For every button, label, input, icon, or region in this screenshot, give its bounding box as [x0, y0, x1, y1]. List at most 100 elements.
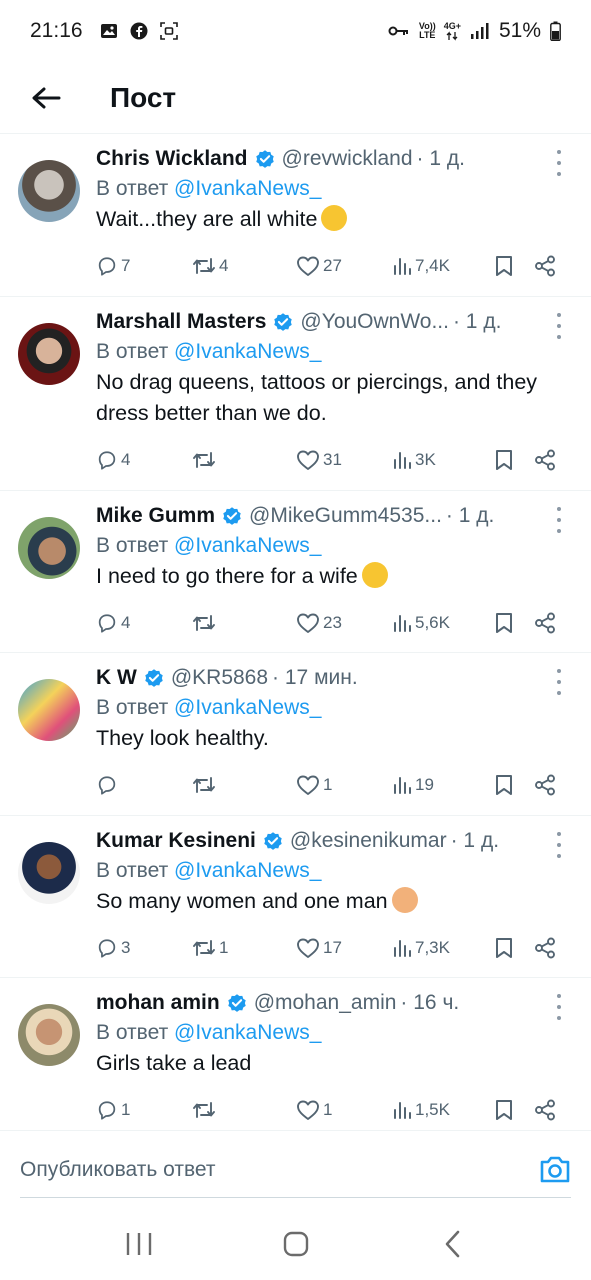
like-button[interactable]: 27 [296, 255, 392, 277]
reply-prefix: В ответ [96, 1021, 169, 1044]
views-button[interactable]: 5,6K [392, 613, 494, 633]
reply-button[interactable]: 1 [96, 1099, 192, 1121]
tweet-timestamp[interactable]: · 1 д. [446, 504, 494, 528]
author-name[interactable]: Kumar Kesineni [96, 829, 256, 853]
more-options-button[interactable] [549, 313, 569, 339]
avatar-marshall-masters[interactable] [18, 323, 80, 385]
like-button[interactable]: 23 [296, 612, 392, 634]
reply-button[interactable] [96, 774, 192, 796]
reply-target-link[interactable]: @IvankaNews_ [174, 1021, 321, 1044]
more-options-button[interactable] [549, 507, 569, 533]
reply-button[interactable]: 4 [96, 449, 192, 471]
tweet-timestamp[interactable]: · 17 мин. [272, 666, 358, 690]
share-button[interactable] [534, 1099, 564, 1121]
reply-feed[interactable]: Chris Wickland @revwickland · 1 д. В ответ … [0, 134, 591, 1131]
author-handle[interactable]: @revwickland [282, 147, 413, 171]
more-options-button[interactable] [549, 832, 569, 858]
view-count: 7,4K [415, 256, 450, 275]
avatar-kw[interactable] [18, 679, 80, 741]
reply-target-link[interactable]: @IvankaNews_ [174, 177, 321, 200]
back-button[interactable] [14, 68, 78, 128]
bookmark-button[interactable] [494, 1099, 534, 1121]
avatar-chris-wickland[interactable] [18, 160, 80, 222]
reply-context: В ответ @IvankaNews_ [96, 859, 571, 883]
like-button[interactable]: 1 [296, 774, 392, 796]
avatar-mohan-amin[interactable] [18, 1004, 80, 1066]
bookmark-button[interactable] [494, 449, 534, 471]
tweet-timestamp[interactable]: · 1 д. [453, 310, 501, 334]
reply-target-link[interactable]: @IvankaNews_ [174, 534, 321, 557]
share-button[interactable] [534, 937, 564, 959]
retweet-button[interactable] [192, 613, 296, 633]
like-button[interactable]: 31 [296, 449, 392, 471]
tweet-timestamp[interactable]: · 1 д. [417, 147, 465, 171]
author-handle[interactable]: @kesinenikumar [290, 829, 447, 853]
reply-button[interactable]: 4 [96, 612, 192, 634]
retweet-button[interactable] [192, 450, 296, 470]
reply-input[interactable]: Опубликовать ответ [20, 1158, 539, 1182]
tweet-text-content: No drag queens, tattoos or piercings, an… [96, 370, 538, 425]
more-options-button[interactable] [549, 669, 569, 695]
more-options-button[interactable] [549, 994, 569, 1020]
avatar-mike-gumm[interactable] [18, 517, 80, 579]
author-name[interactable]: Marshall Masters [96, 310, 266, 334]
more-options-button[interactable] [549, 150, 569, 176]
reply-tweet[interactable]: K W @KR5868 · 17 мин. В ответ @IvankaNews_ T… [0, 653, 591, 816]
reply-button[interactable]: 7 [96, 255, 192, 277]
views-button[interactable]: 1,5K [392, 1100, 494, 1120]
retweet-button[interactable] [192, 775, 296, 795]
share-icon [535, 612, 555, 634]
share-button[interactable] [534, 612, 564, 634]
reply-tweet[interactable]: Marshall Masters @YouOwnWo... · 1 д. В отве… [0, 297, 591, 491]
author-handle[interactable]: @YouOwnWo... [300, 310, 449, 334]
bookmark-button[interactable] [494, 255, 534, 277]
reply-tweet[interactable]: Mike Gumm @MikeGumm4535... · 1 д. В ответ @… [0, 491, 591, 653]
author-handle[interactable]: @KR5868 [171, 666, 268, 690]
like-button[interactable]: 17 [296, 937, 392, 959]
author-handle[interactable]: @MikeGumm4535... [249, 504, 442, 528]
reply-tweet[interactable]: mohan amin @mohan_amin · 16 ч. В ответ @Iva… [0, 978, 591, 1131]
retweet-button[interactable]: 1 [192, 938, 296, 958]
like-button[interactable]: 1 [296, 1099, 392, 1121]
share-icon [535, 1099, 555, 1121]
camera-button[interactable] [539, 1154, 571, 1186]
verified-badge [272, 311, 294, 333]
views-button[interactable]: 19 [392, 775, 494, 795]
views-button[interactable]: 7,4K [392, 256, 494, 276]
author-name[interactable]: Chris Wickland [96, 147, 248, 171]
bookmark-button[interactable] [494, 937, 534, 959]
system-back-button[interactable] [423, 1219, 483, 1269]
tweet-body: Chris Wickland @revwickland · 1 д. В ответ … [96, 146, 571, 296]
reply-tweet[interactable]: Kumar Kesineni @kesinenikumar · 1 д. В отве… [0, 816, 591, 978]
home-button[interactable] [266, 1219, 326, 1269]
share-button[interactable] [534, 449, 564, 471]
tweet-timestamp[interactable]: · 1 д. [451, 829, 499, 853]
reply-target-link[interactable]: @IvankaNews_ [174, 696, 321, 719]
reply-tweet[interactable]: Chris Wickland @revwickland · 1 д. В ответ … [0, 134, 591, 297]
avatar-kumar-kesineni[interactable] [18, 842, 80, 904]
retweet-button[interactable] [192, 1100, 296, 1120]
views-button[interactable]: 3K [392, 450, 494, 470]
author-handle[interactable]: @mohan_amin [254, 991, 397, 1015]
bookmark-button[interactable] [494, 774, 534, 796]
reply-button[interactable]: 3 [96, 937, 192, 959]
recent-apps-button[interactable] [109, 1219, 169, 1269]
views-button[interactable]: 7,3K [392, 938, 494, 958]
reply-target-link[interactable]: @IvankaNews_ [174, 859, 321, 882]
share-button[interactable] [534, 774, 564, 796]
author-name[interactable]: mohan amin [96, 991, 220, 1015]
views-icon [394, 258, 411, 275]
bookmark-icon [496, 938, 512, 958]
verified-badge-icon [227, 994, 246, 1012]
retweet-button[interactable]: 4 [192, 256, 296, 276]
author-name[interactable]: Mike Gumm [96, 504, 215, 528]
tweet-actions: 3 1 17 7,3K [96, 917, 571, 979]
bookmark-button[interactable] [494, 612, 534, 634]
share-button[interactable] [534, 255, 564, 277]
heart-icon [297, 938, 319, 958]
tweet-text-content: So many women and one man [96, 889, 388, 913]
views-icon [394, 940, 411, 957]
tweet-timestamp[interactable]: · 16 ч. [400, 991, 459, 1015]
reply-target-link[interactable]: @IvankaNews_ [174, 340, 321, 363]
author-name[interactable]: K W [96, 666, 137, 690]
